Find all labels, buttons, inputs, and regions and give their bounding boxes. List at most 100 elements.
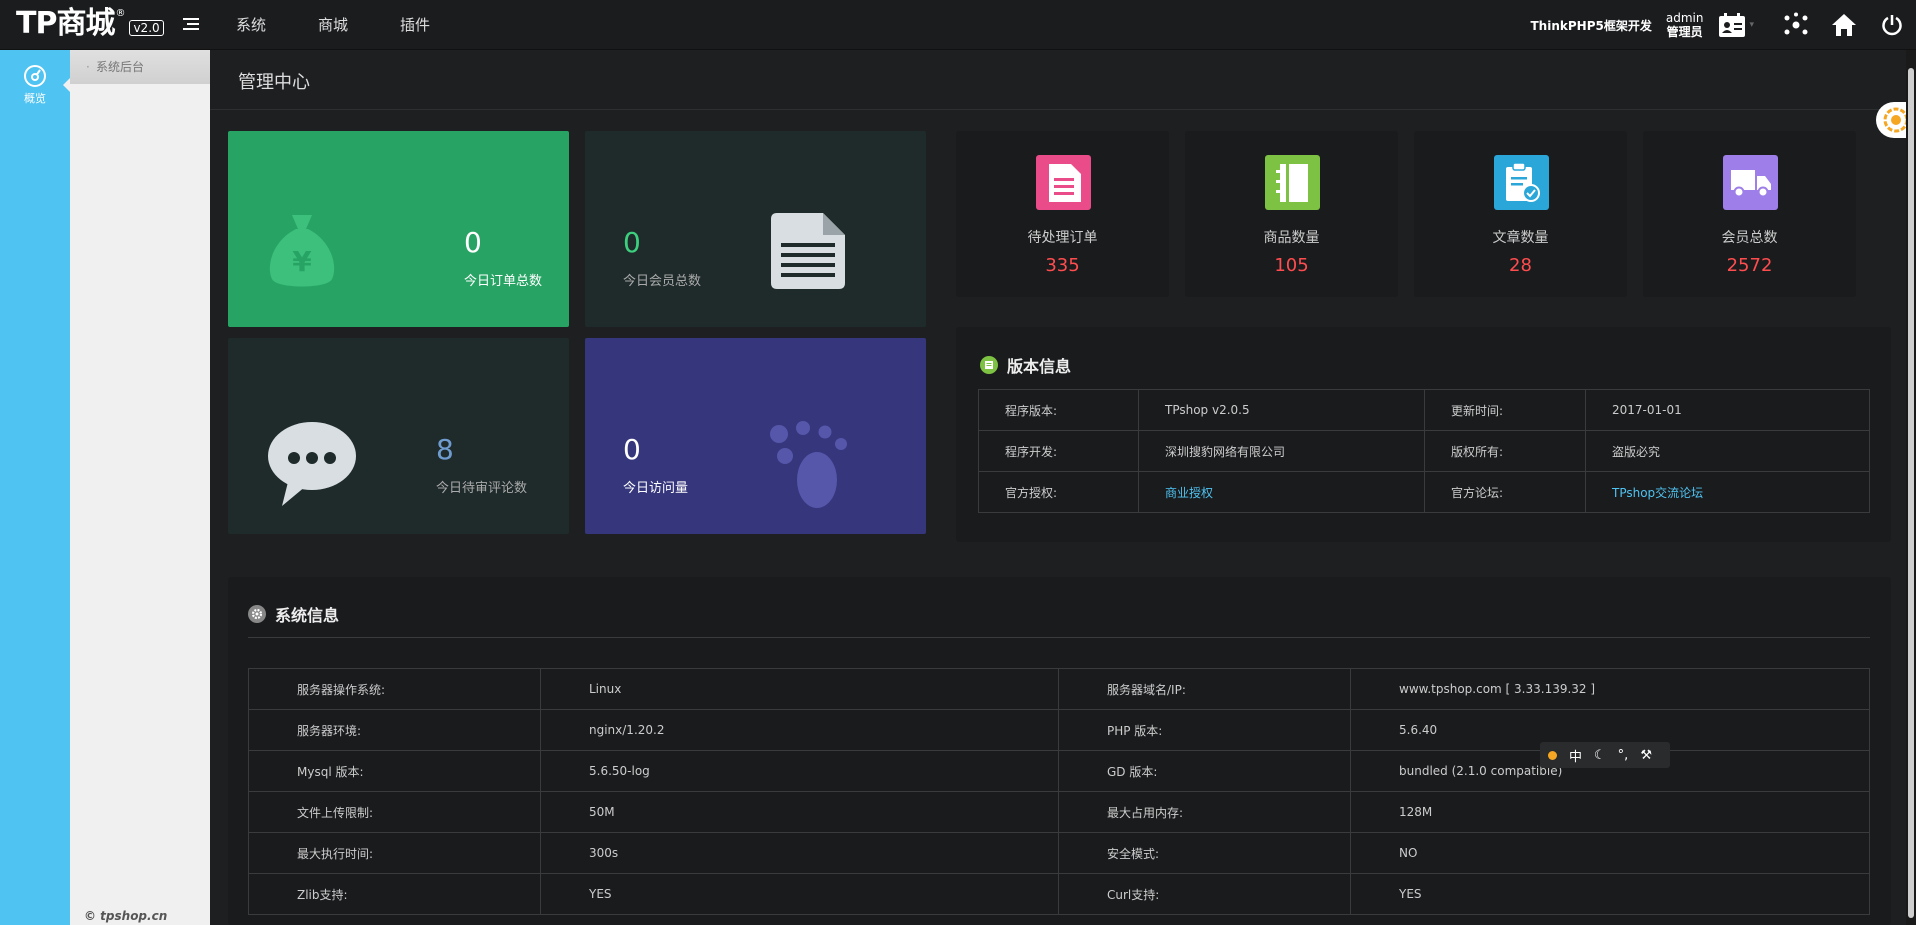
table-cell: nginx/1.20.2 — [540, 709, 1059, 751]
scrollbar-thumb[interactable] — [1908, 68, 1914, 918]
version-info-table: 程序版本: TPshop v2.0.5 更新时间: 2017-01-01 程序开… — [978, 389, 1870, 513]
table-cell: 300s — [540, 832, 1059, 874]
sidebar-item-overview[interactable]: 概览 — [0, 60, 70, 110]
stat-card-pending-orders[interactable]: 待处理订单 335 — [956, 131, 1169, 297]
registered-mark: ® — [115, 8, 126, 19]
footprint-icon — [770, 421, 847, 508]
table-cell: 服务器环境: — [248, 709, 541, 751]
punctuation-icon[interactable]: °, — [1618, 748, 1629, 763]
stat-value: 105 — [1274, 255, 1309, 276]
system-info-table: 服务器操作系统: Linux 服务器域名/IP: www.tpshop.com … — [248, 668, 1870, 915]
framework-text: ThinkPHP5框架开发 — [1530, 18, 1652, 33]
topnav-system[interactable]: 系统 — [236, 0, 266, 50]
user-name: admin — [1665, 11, 1704, 25]
left-icon-bar: 概览 — [0, 50, 70, 925]
table-cell: 更新时间: — [1424, 389, 1586, 431]
svg-text:¥: ¥ — [292, 245, 312, 278]
table-cell: Zlib支持: — [248, 873, 541, 915]
divider — [248, 637, 1870, 638]
ime-language[interactable]: 中 — [1569, 746, 1582, 765]
panel-title-text: 版本信息 — [1007, 357, 1072, 376]
stat-card-products[interactable]: 商品数量 105 — [1185, 131, 1398, 297]
user-box[interactable]: admin 管理员 — [1666, 11, 1704, 39]
table-cell: 官方论坛: — [1424, 471, 1586, 513]
version-info-title: 版本信息 — [980, 353, 1071, 377]
stat-label: 商品数量 — [1263, 230, 1320, 246]
tile-value: 0 — [623, 226, 641, 259]
sidebar-item-label: 概览 — [24, 92, 46, 105]
panel-title-text: 系统信息 — [275, 606, 340, 625]
table-row: 最大执行时间: 300s 安全模式: NO — [248, 832, 1870, 874]
stat-card-articles[interactable]: 文章数量 28 — [1414, 131, 1627, 297]
table-cell: 官方授权: — [978, 471, 1139, 513]
user-role: 管理员 — [1666, 25, 1703, 39]
table-cell: 深圳搜豹网络有限公司 — [1138, 430, 1425, 472]
network-icon[interactable] — [1772, 0, 1820, 50]
power-icon[interactable] — [1868, 0, 1916, 50]
tile-today-members[interactable]: 0 今日会员总数 — [585, 131, 926, 327]
table-cell: TPshop v2.0.5 — [1138, 389, 1425, 431]
table-row: 文件上传限制: 50M 最大占用内存: 128M — [248, 791, 1870, 833]
info-icon — [980, 356, 998, 374]
table-row: 官方授权: 商业授权 官方论坛: TPshop交流论坛 — [978, 471, 1870, 513]
table-cell: NO — [1350, 832, 1870, 874]
table-cell: 程序开发: — [978, 430, 1139, 472]
commercial-license-link[interactable]: 商业授权 — [1138, 471, 1425, 513]
profile-card-icon[interactable] — [1715, 0, 1749, 50]
stat-value: 2572 — [1726, 255, 1773, 276]
system-info-title: 系统信息 — [248, 602, 339, 626]
table-cell: YES — [540, 873, 1059, 915]
tile-today-visits[interactable]: 0 今日访问量 — [585, 338, 926, 534]
table-cell: Mysql 版本: — [248, 750, 541, 792]
table-cell: 最大占用内存: — [1058, 791, 1351, 833]
table-row: 程序开发: 深圳搜豹网络有限公司 版权所有: 盗版必究 — [978, 430, 1870, 472]
chevron-down-icon[interactable]: ▾ — [1749, 20, 1754, 30]
home-icon[interactable] — [1820, 0, 1868, 50]
topnav-shop[interactable]: 商城 — [318, 0, 348, 50]
top-right: ThinkPHP5框架开发 admin 管理员 ▾ — [1531, 0, 1916, 50]
sub-sidebar-item-system-backend[interactable]: 系统后台 — [70, 50, 210, 84]
table-cell: 服务器操作系统: — [248, 668, 541, 710]
stat-label: 会员总数 — [1721, 230, 1778, 246]
truck-icon — [1723, 155, 1778, 210]
wrench-icon[interactable]: ⚒ — [1640, 748, 1652, 763]
table-cell: www.tpshop.com [ 3.33.139.32 ] — [1350, 668, 1870, 710]
chat-bubble-icon — [268, 422, 356, 506]
tile-label: 今日订单总数 — [464, 274, 543, 289]
document-icon — [1036, 155, 1091, 210]
copyright: © tpshop.cn — [84, 909, 168, 923]
table-cell: 128M — [1350, 791, 1870, 833]
tile-label: 今日访问量 — [623, 481, 689, 496]
gear-icon — [248, 605, 266, 623]
table-cell: PHP 版本: — [1058, 709, 1351, 751]
tile-today-orders[interactable]: ¥ 0 今日订单总数 — [228, 131, 569, 327]
ime-toolbar[interactable]: 中 ☾ °, ⚒ — [1540, 742, 1670, 768]
table-cell: 版权所有: — [1424, 430, 1586, 472]
menu-toggle-icon[interactable] — [183, 18, 199, 32]
topnav-plugins[interactable]: 插件 — [400, 0, 430, 50]
table-cell: 2017-01-01 — [1585, 389, 1870, 431]
table-row: 程序版本: TPshop v2.0.5 更新时间: 2017-01-01 — [978, 389, 1870, 431]
table-cell: 服务器域名/IP: — [1058, 668, 1351, 710]
stat-value: 335 — [1045, 255, 1080, 276]
stat-card-members[interactable]: 会员总数 2572 — [1643, 131, 1856, 297]
clipboard-check-icon — [1494, 155, 1549, 210]
tile-pending-comments[interactable]: 8 今日待审评论数 — [228, 338, 569, 534]
forum-link[interactable]: TPshop交流论坛 — [1585, 471, 1870, 513]
stat-value: 28 — [1509, 255, 1532, 276]
moon-icon[interactable]: ☾ — [1594, 748, 1606, 763]
active-indicator — [63, 78, 70, 92]
version-badge: v2.0 — [129, 20, 164, 36]
logo[interactable]: TP商城 ® v2.0 — [16, 6, 164, 42]
top-nav: 系统 商城 插件 — [236, 0, 482, 50]
table-cell: 程序版本: — [978, 389, 1139, 431]
stat-label: 文章数量 — [1492, 230, 1549, 246]
tile-value: 0 — [464, 226, 482, 259]
table-cell: 盗版必究 — [1585, 430, 1870, 472]
notebook-icon — [1265, 155, 1320, 210]
stat-label: 待处理订单 — [1027, 230, 1098, 246]
tile-value: 8 — [436, 433, 454, 466]
table-cell: Linux — [540, 668, 1059, 710]
table-cell: Curl支持: — [1058, 873, 1351, 915]
table-cell: YES — [1350, 873, 1870, 915]
